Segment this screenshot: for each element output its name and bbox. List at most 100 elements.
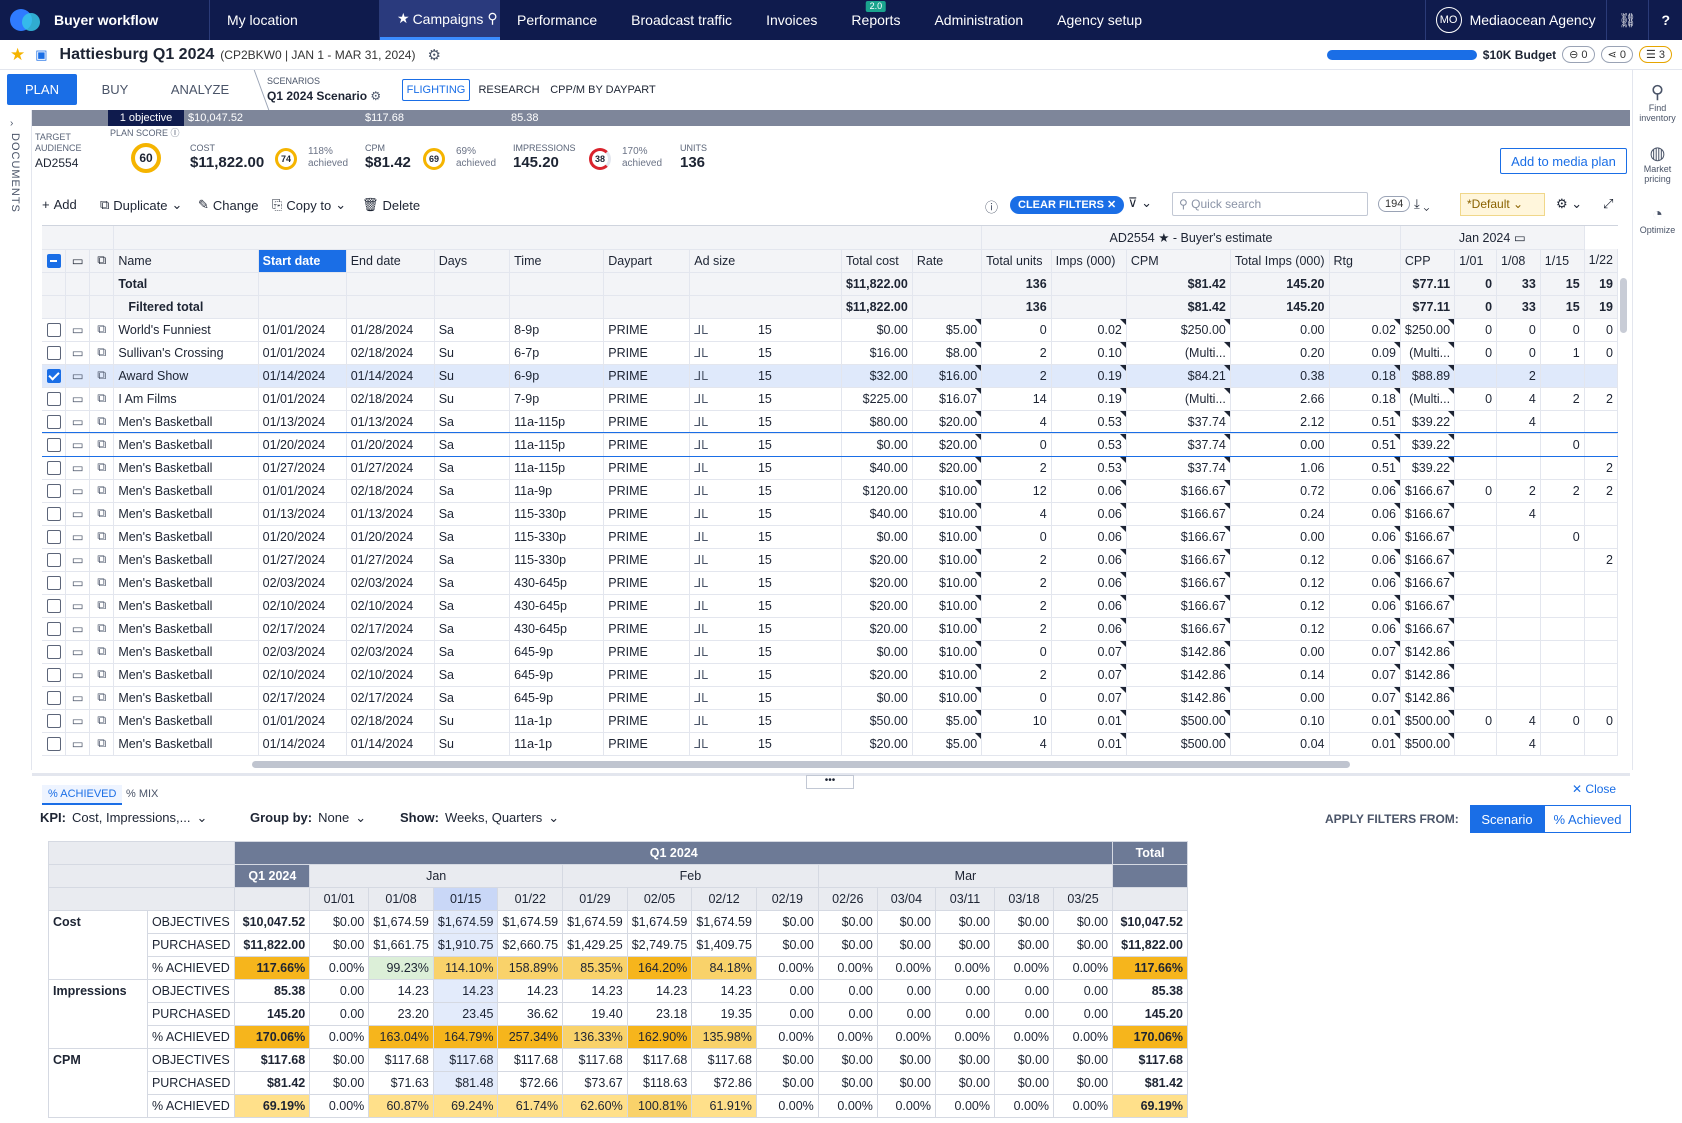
cell-rtg[interactable]: 0.18 [1329, 387, 1401, 411]
table-row[interactable]: ▭ ⧉ I Am Films 01/01/2024 02/18/2024 Su 7-9p PR… [42, 387, 1618, 411]
cell-end-date[interactable]: 02/03/2024 [346, 571, 435, 595]
list-pill[interactable]: ☰ 3 [1638, 46, 1672, 63]
cell-cpp[interactable]: $39.22 [1400, 410, 1456, 434]
edit-icon[interactable]: ⧉ [89, 410, 115, 434]
cell-start-date[interactable]: 01/13/2024 [258, 502, 347, 526]
cell-daypart[interactable]: PRIME [603, 387, 691, 411]
cell-rtg[interactable]: 0.09 [1329, 341, 1401, 365]
cell-days[interactable]: Sa [434, 525, 511, 549]
cell-name[interactable]: Men's Basketball [113, 709, 259, 733]
cell-start-date[interactable]: 01/01/2024 [258, 709, 347, 733]
documents-sidebar[interactable]: › DOCUMENTS [0, 110, 32, 770]
comment-icon[interactable]: ▭ [65, 318, 91, 342]
cell-total-cost[interactable]: $120.00 [841, 479, 913, 503]
cell-1-01[interactable] [1454, 410, 1498, 434]
cell-total-units[interactable]: 14 [981, 387, 1052, 411]
cell-end-date[interactable]: 02/17/2024 [346, 686, 435, 710]
change-button[interactable]: ✎ Change [198, 197, 258, 213]
cell-total-units[interactable]: 0 [981, 433, 1052, 457]
cell-1-08[interactable]: 2 [1496, 479, 1541, 503]
cell-days[interactable]: Sa [434, 433, 511, 457]
cell-rate[interactable]: $16.07 [912, 387, 983, 411]
cell-1-22[interactable] [1584, 594, 1618, 618]
cell-1-01[interactable] [1454, 525, 1498, 549]
column-header-0[interactable]: Name [113, 249, 259, 273]
cell-total-cost[interactable]: $20.00 [841, 663, 913, 687]
comment-icon[interactable]: ▭ [65, 502, 91, 526]
cell-total-units[interactable]: 2 [981, 617, 1052, 641]
cell-time[interactable]: 7-9p [509, 387, 605, 411]
cell-1-22[interactable] [1584, 732, 1618, 756]
column-header-17[interactable]: 1/15 [1540, 249, 1585, 273]
cell-total-units[interactable]: 2 [981, 594, 1052, 618]
row-checkbox[interactable] [42, 410, 67, 434]
tab-flighting[interactable]: FLIGHTING [402, 79, 470, 101]
row-checkbox[interactable] [42, 594, 67, 618]
cell-1-15[interactable]: 0 [1540, 525, 1585, 549]
table-row[interactable]: ▭ ⧉ Men's Basketball 01/01/2024 02/18/2024 Sa… [42, 479, 1618, 503]
comment-icon[interactable]: ▭ [65, 341, 91, 365]
cell-rate[interactable]: $10.00 [912, 571, 983, 595]
comment-icon[interactable]: ▭ [65, 387, 91, 411]
cell-imps-000-[interactable]: 0.07 [1051, 686, 1127, 710]
cell-name[interactable]: Men's Basketball [113, 433, 259, 457]
cell-cpm[interactable]: $166.67 [1126, 571, 1231, 595]
table-row[interactable]: ▭ ⧉ Men's Basketball 01/01/2024 02/18/2024 Su… [42, 709, 1618, 733]
cell-name[interactable]: I Am Films [113, 387, 259, 411]
cell-1-15[interactable] [1540, 502, 1585, 526]
clear-filters-button[interactable]: CLEAR FILTERS ✕ [1010, 196, 1125, 214]
splitter-handle-icon[interactable]: ••• [806, 775, 854, 789]
cell-daypart[interactable]: PRIME [603, 594, 691, 618]
total-row[interactable]: Total $11,822.00 136 $81.42 145.20 $77.11 0 33 1… [42, 272, 1618, 296]
cell-total-cost[interactable]: $0.00 [841, 686, 913, 710]
cell-imps-000-[interactable]: 0.06 [1051, 502, 1127, 526]
row-checkbox[interactable] [42, 525, 67, 549]
cell-ad-size[interactable]: 15 [753, 387, 842, 411]
cell-time[interactable]: 8-9p [509, 318, 605, 342]
column-header-4[interactable]: Time [509, 249, 605, 273]
cell-total-imps-000-[interactable]: 0.14 [1230, 663, 1330, 687]
cell-name[interactable]: World's Funniest [113, 318, 259, 342]
cell-start-date[interactable]: 01/01/2024 [258, 341, 347, 365]
cell-1-15[interactable]: 0 [1540, 433, 1585, 457]
cell-end-date[interactable]: 02/18/2024 [346, 341, 435, 365]
cell-cpp[interactable]: $142.86 [1400, 640, 1456, 664]
table-row[interactable]: ▭ ⧉ Men's Basketball 01/13/2024 01/13/2024 Sa… [42, 502, 1618, 526]
column-header-2[interactable]: End date [346, 249, 435, 273]
quick-search-input[interactable]: ⚲ Quick search [1172, 192, 1368, 216]
table-row[interactable]: ▭ ⧉ Award Show 01/14/2024 01/14/2024 Su 6-9p PR… [42, 364, 1618, 388]
cell-cpp[interactable]: $142.86 [1400, 663, 1456, 687]
nav-reports[interactable]: 2.0 Reports [834, 0, 917, 40]
cell-start-date[interactable]: 01/27/2024 [258, 548, 347, 572]
cell-1-08[interactable] [1496, 433, 1541, 457]
cell-daypart[interactable]: PRIME [603, 456, 691, 480]
cell-total-imps-000-[interactable]: 0.20 [1230, 341, 1330, 365]
scenario-selector[interactable]: Q1 2024 Scenario ⚙ [267, 89, 381, 103]
cell-total-units[interactable]: 0 [981, 318, 1052, 342]
cell-days[interactable]: Sa [434, 594, 511, 618]
nav-administration[interactable]: Administration [917, 0, 1040, 40]
cell-ad-size[interactable]: 15 [753, 502, 842, 526]
cell-total-units[interactable]: 2 [981, 364, 1052, 388]
column-header-3[interactable]: Days [434, 249, 511, 273]
cell-daypart[interactable]: PRIME [603, 571, 691, 595]
column-header-5[interactable]: Daypart [603, 249, 691, 273]
cell-start-date[interactable]: 02/03/2024 [258, 571, 347, 595]
cell-1-08[interactable] [1496, 571, 1541, 595]
cell-daypart[interactable]: PRIME [603, 640, 691, 664]
cell-1-15[interactable]: 0 [1540, 318, 1585, 342]
vertical-scrollbar[interactable] [1620, 278, 1627, 333]
row-checkbox[interactable] [42, 341, 67, 365]
comment-icon[interactable]: ▭ [65, 456, 91, 480]
cell-cpp[interactable]: (Multi... [1400, 387, 1456, 411]
cell-cpp[interactable]: $500.00 [1400, 709, 1456, 733]
cell-time[interactable]: 115-330p [509, 525, 605, 549]
cell-1-22[interactable]: 0 [1584, 341, 1618, 365]
cell-1-01[interactable] [1454, 617, 1498, 641]
cell-cpp[interactable]: $250.00 [1400, 318, 1456, 342]
column-header-14[interactable]: CPP [1400, 249, 1456, 273]
cell-1-22[interactable] [1584, 525, 1618, 549]
column-header-6[interactable]: Ad size [689, 249, 842, 273]
achieved-filter-button[interactable]: % Achieved [1544, 805, 1631, 833]
cell-total-imps-000-[interactable]: 1.06 [1230, 456, 1330, 480]
